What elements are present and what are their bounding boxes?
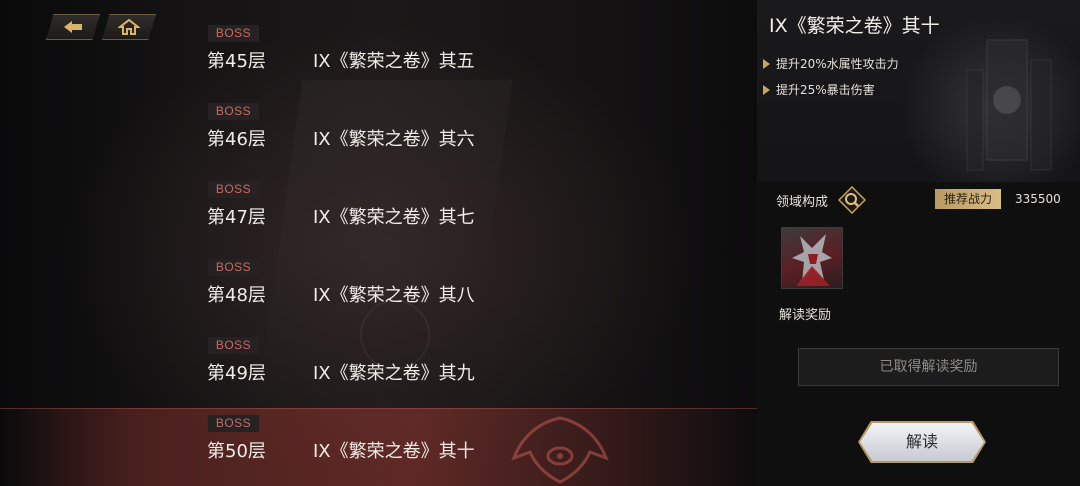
floor-number: 第46层: [207, 129, 266, 150]
floor-row-50-selected[interactable]: BOSS 第50层 IX《繁荣之卷》其十: [0, 408, 757, 486]
floor-row-48[interactable]: BOSS 第48层 IX《繁荣之卷》其八: [0, 256, 757, 326]
search-icon[interactable]: [838, 186, 866, 214]
floor-row-49[interactable]: BOSS 第49层 IX《繁荣之卷》其九: [0, 334, 757, 404]
buff-item: 提升25%暴击伤害: [763, 81, 875, 98]
buff-text: 提升20%水属性攻击力: [776, 57, 899, 71]
floor-number: 第45层: [207, 51, 266, 72]
floor-number: 第48层: [207, 285, 266, 306]
floor-row-46[interactable]: BOSS 第46层 IX《繁荣之卷》其六: [0, 100, 757, 170]
floor-name: IX《繁荣之卷》其八: [313, 285, 475, 306]
floor-row-45[interactable]: BOSS 第45层 IX《繁荣之卷》其五: [0, 22, 757, 92]
recommended-power-tag: 推荐战力: [935, 189, 1001, 209]
floor-name: IX《繁荣之卷》其六: [313, 129, 475, 150]
boss-badge: BOSS: [208, 103, 259, 120]
domain-label: 领域构成: [776, 195, 829, 210]
bullet-icon: [763, 58, 770, 69]
decode-button[interactable]: 解读: [858, 421, 986, 463]
reward-label: 解读奖励: [779, 308, 832, 323]
detail-panel: IX《繁荣之卷》其十 提升20%水属性攻击力 提升25%暴击伤害 领域构成 推荐…: [757, 0, 1080, 486]
boss-badge: BOSS: [208, 337, 259, 354]
structure-illustration: [966, 39, 1052, 171]
bullet-icon: [763, 84, 770, 95]
panel-title: IX《繁荣之卷》其十: [769, 15, 940, 37]
floor-name: IX《繁荣之卷》其十: [313, 441, 475, 462]
reward-status-button[interactable]: 已取得解读奖励: [798, 348, 1059, 386]
mech-portrait-icon: [792, 234, 832, 286]
enemy-portrait[interactable]: [781, 227, 843, 289]
floor-name: IX《繁荣之卷》其七: [313, 207, 475, 228]
boss-badge: BOSS: [208, 25, 259, 42]
floor-row-47[interactable]: BOSS 第47层 IX《繁荣之卷》其七: [0, 178, 757, 248]
boss-badge: BOSS: [208, 415, 259, 432]
boss-badge: BOSS: [208, 181, 259, 198]
buff-item: 提升20%水属性攻击力: [763, 55, 899, 72]
floor-name: IX《繁荣之卷》其五: [313, 51, 475, 72]
buff-text: 提升25%暴击伤害: [776, 83, 875, 97]
floor-name: IX《繁荣之卷》其九: [313, 363, 475, 384]
boss-emblem-icon: [511, 416, 609, 484]
floor-number: 第47层: [207, 207, 266, 228]
recommended-power-value: 335500: [1015, 192, 1061, 206]
floor-number: 第50层: [207, 441, 266, 462]
boss-badge: BOSS: [208, 259, 259, 276]
floor-number: 第49层: [207, 363, 266, 384]
decode-button-label: 解读: [905, 432, 938, 451]
